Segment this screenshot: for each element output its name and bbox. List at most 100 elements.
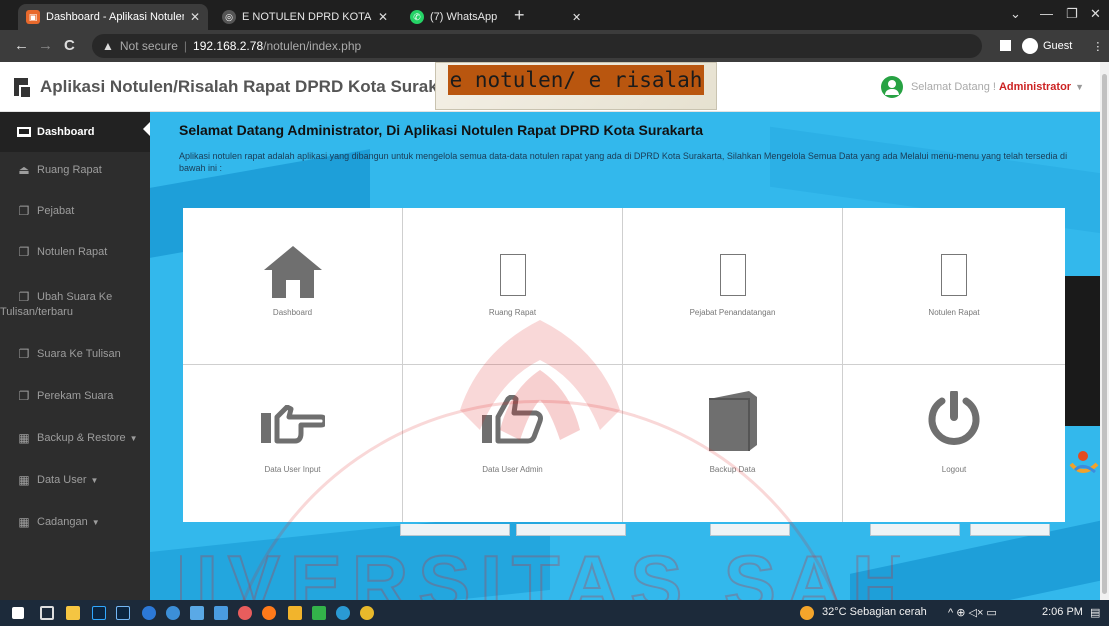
app-icon[interactable] (238, 606, 252, 620)
browser-tab-whatsapp[interactable]: ✆ (7) WhatsApp (402, 4, 510, 30)
profile-button[interactable]: Guest ⋮ (1022, 38, 1103, 54)
tile-data-user-input[interactable]: Data User Input (183, 365, 403, 522)
weather-text[interactable]: 32°C Sebagian cerah (822, 606, 927, 618)
profile-label: Guest (1043, 40, 1073, 52)
banner-text: e notulen/ e risalah (448, 65, 704, 95)
copy-icon: ❐ (18, 204, 30, 218)
url-separator: | (183, 39, 188, 53)
page-description: Aplikasi notulen rapat adalah aplikasi y… (179, 151, 1068, 173)
footer-strip (400, 524, 510, 536)
tile-logout[interactable]: Logout (843, 365, 1065, 522)
scrollbar-thumb[interactable] (1102, 74, 1107, 594)
user-menu[interactable]: Selamat Datang ! Administrator ▼ (880, 76, 1084, 98)
firefox-icon[interactable] (262, 606, 276, 620)
caret-down-icon: ▼ (129, 433, 138, 443)
footer-strip (710, 524, 790, 536)
reload-icon[interactable]: C (64, 37, 75, 54)
back-icon[interactable]: ← (14, 37, 29, 54)
sidebar-item-row: ❐ Ubah Suara Ke (0, 290, 113, 304)
browser-tab-strip: ▣ Dashboard - Aplikasi Notulen Ra ✕ ◎ E … (0, 0, 1109, 30)
sidebar-item-ubah-suara[interactable]: ❐ Ubah Suara Ke Tulisan/terbaru (0, 282, 150, 326)
tile-dashboard[interactable]: Dashboard (183, 208, 403, 365)
clock-time[interactable]: 2:06 PM (1042, 606, 1083, 618)
address-bar[interactable]: ▲ Not secure | 192.168.2.78 /notulen/ind… (92, 34, 982, 58)
copy-icon: ❐ (18, 389, 30, 403)
caret-down-icon: ▼ (91, 517, 100, 527)
sidebar-item-label: Notulen Rapat (37, 246, 108, 258)
tile-ruang-rapat[interactable]: Ruang Rapat (403, 208, 623, 365)
thumbs-up-icon (481, 394, 544, 450)
missing-glyph-icon (941, 254, 967, 296)
tile-pejabat-penandatangan[interactable]: Pejabat Penandatangan (623, 208, 843, 365)
sidebar-item-dashboard[interactable]: Dashboard (0, 112, 150, 152)
edge-icon[interactable] (142, 606, 156, 620)
sidebar-item-data-user[interactable]: ▦ Data User ▼ (0, 460, 150, 500)
sidebar-item-label-line2: Tulisan/terbaru (0, 305, 73, 318)
tile-label: Dashboard (272, 308, 313, 317)
app-icon[interactable] (288, 606, 302, 620)
browser-tab-dashboard[interactable]: ▣ Dashboard - Aplikasi Notulen Ra ✕ (18, 4, 208, 30)
photoshop-icon[interactable] (92, 606, 106, 620)
forward-icon[interactable]: → (38, 37, 53, 54)
browser-tab-enotulen[interactable]: ◎ E NOTULEN DPRD KOTA SURAKA ✕ (214, 4, 396, 30)
tab-search-icon[interactable]: ⌄ (1010, 6, 1021, 22)
chrome-icon[interactable] (360, 606, 374, 620)
whatsapp-icon: ✆ (410, 10, 424, 24)
sidebar-item-label: Backup & Restore (37, 432, 126, 444)
missing-glyph-icon (499, 254, 526, 296)
table-icon: ▦ (18, 431, 30, 445)
close-tab-icon[interactable]: ✕ (378, 10, 388, 24)
close-window-icon[interactable]: ✕ (1090, 6, 1101, 22)
app-icon[interactable] (312, 606, 326, 620)
notification-icon[interactable]: ▤ (1090, 606, 1100, 619)
tile-data-user-admin[interactable]: Data User Admin (403, 365, 623, 522)
sidebar-item-backup-restore[interactable]: ▦ Backup & Restore ▼ (0, 418, 150, 458)
close-tab-icon[interactable]: ✕ (572, 4, 592, 30)
tile-notulen-rapat[interactable]: Notulen Rapat (843, 208, 1065, 365)
vertical-scrollbar[interactable] (1100, 62, 1109, 600)
sidebar-item-ruang-rapat[interactable]: ⏏ Ruang Rapat (0, 150, 150, 190)
sidebar-item-pejabat[interactable]: ❐ Pejabat (0, 191, 150, 231)
page-title: Selamat Datang Administrator, Di Aplikas… (179, 122, 704, 138)
tab-title: E NOTULEN DPRD KOTA SURAKA (242, 11, 372, 23)
power-icon (926, 389, 982, 452)
url-host: 192.168.2.78 (193, 39, 264, 53)
tile-label: Ruang Rapat (488, 308, 537, 317)
document-icon (14, 78, 32, 99)
sidebar-item-notulen-rapat[interactable]: ❐ Notulen Rapat (0, 232, 150, 272)
menu-kebab-icon[interactable]: ⋮ (1092, 40, 1103, 53)
close-tab-icon[interactable]: ✕ (190, 10, 200, 24)
tile-backup-data[interactable]: Backup Data (623, 365, 843, 522)
sidebar-item-perekam-suara[interactable]: ❐ Perekam Suara (0, 376, 150, 416)
missing-glyph-icon (719, 254, 746, 296)
lightroom-icon[interactable] (116, 606, 130, 620)
tray-icons[interactable]: ^ ⊕ ◁× ▭ (948, 606, 997, 619)
windows-taskbar: 32°C Sebagian cerah ^ ⊕ ◁× ▭ 2:06 PM ▤ (0, 600, 1109, 626)
file-explorer-icon[interactable] (66, 606, 80, 620)
sidebar-item-label: Perekam Suara (37, 390, 114, 402)
app-icon[interactable] (190, 606, 204, 620)
tab-title: (7) WhatsApp (430, 11, 498, 23)
app-brand[interactable]: Aplikasi Notulen/Risalah Rapat DPRD Kota… (14, 77, 469, 99)
sidebar-item-label: Data User (37, 474, 87, 486)
dark-panel (1060, 276, 1100, 426)
sidebar-item-cadangan[interactable]: ▦ Cadangan ▼ (0, 502, 150, 542)
new-tab-button[interactable]: + (514, 5, 525, 26)
app-icon[interactable] (166, 606, 180, 620)
tile-label: Pejabat Penandatangan (689, 308, 776, 317)
sidebar-item-label: Dashboard (37, 126, 95, 138)
sidebar-item-suara-ke-tulisan[interactable]: ❐ Suara Ke Tulisan (0, 334, 150, 374)
partner-logo-icon (1069, 451, 1099, 474)
chevron-down-icon: ▼ (1075, 82, 1084, 92)
task-view-icon[interactable] (40, 606, 54, 620)
app-icon[interactable] (336, 606, 350, 620)
minimize-icon[interactable]: — (1040, 6, 1053, 21)
caret-down-icon: ▼ (90, 475, 99, 485)
warning-icon: ▲ (102, 39, 114, 53)
sidepanel-icon[interactable] (1000, 40, 1011, 51)
windows-start-icon[interactable] (12, 607, 24, 619)
security-status: Not secure (119, 39, 178, 53)
restore-icon[interactable]: ❐ (1066, 6, 1078, 22)
app-icon[interactable] (214, 606, 228, 620)
app-title: Aplikasi Notulen/Risalah Rapat DPRD Kota… (40, 77, 469, 96)
